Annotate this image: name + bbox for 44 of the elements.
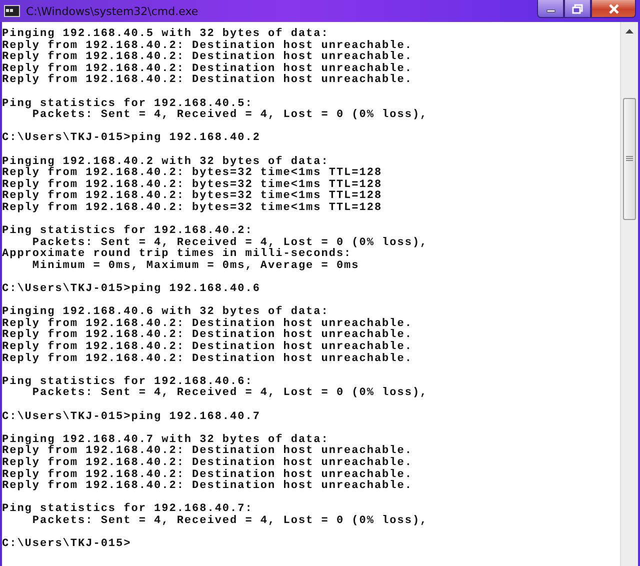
scroll-up-icon[interactable]	[625, 28, 634, 34]
close-icon	[608, 4, 620, 14]
minimize-button[interactable]	[537, 0, 564, 18]
console-icon	[4, 5, 20, 17]
console-line: Reply from 192.168.40.2: bytes=32 time<1ms TTL=128	[2, 191, 384, 202]
console-line: Reply from 192.168.40.2: Destination host unreachable.	[2, 318, 414, 330]
console-line: Pinging 192.168.40.5 with 32 bytes of data:	[2, 29, 330, 40]
console-line: Pinging 192.168.40.2 with 32 bytes of data:	[2, 156, 329, 168]
console-line: Ping statistics for 192.168.40.6:	[2, 376, 254, 388]
console-line: C:\Users\TKJ-015>	[2, 539, 132, 551]
console-line: Reply from 192.168.40.2: Destination host unreachable.	[2, 52, 414, 64]
console-line: Packets: Sent = 4, Received = 4, Lost = 0 (0% loss),	[31, 516, 429, 528]
restore-button[interactable]	[564, 0, 591, 18]
console-line: Reply from 192.168.40.2: Destination host unreachable.	[2, 342, 414, 354]
console-line: C:\Users\TKJ-015>ping 192.168.40.6	[2, 284, 262, 296]
console-line: Reply from 192.168.40.2: Destination host unreachable.	[2, 481, 414, 493]
console-line: Reply from 192.168.40.2: bytes=32 time<1ms TTL=128	[2, 180, 384, 191]
restore-icon	[572, 4, 583, 14]
console-line: Minimum = 0ms, Maximum = 0ms, Average = 0ms	[31, 260, 360, 272]
console-line: Packets: Sent = 4, Received = 4, Lost = 0 (0% loss),	[32, 238, 429, 249]
scrollbar[interactable]	[620, 22, 638, 566]
console-line: Reply from 192.168.40.2: Destination host unreachable.	[2, 446, 414, 458]
scroll-thumb[interactable]	[623, 98, 636, 220]
console-line: Reply from 192.168.40.2: Destination host unreachable.	[2, 330, 414, 342]
console-line: Ping statistics for 192.168.40.2:	[2, 226, 254, 238]
console-line: C:\Users\TKJ-015>ping 192.168.40.2	[2, 133, 262, 145]
console-line: Reply from 192.168.40.2: Destination host unreachable.	[2, 40, 414, 52]
window-title: C:\Windows\system32\cmd.exe	[26, 4, 200, 18]
console-line: Ping statistics for 192.168.40.7:	[2, 504, 254, 516]
console-line: Pinging 192.168.40.6 with 32 bytes of data:	[2, 307, 329, 318]
console-line: Ping statistics for 192.168.40.5:	[2, 98, 254, 110]
console-line: Approximate round trip times in milli-seconds:	[2, 249, 353, 260]
console-line: C:\Users\TKJ-015>ping 192.168.40.7	[2, 412, 262, 424]
close-button[interactable]	[591, 0, 636, 18]
console-line: Reply from 192.168.40.2: Destination host unreachable.	[2, 64, 414, 75]
console-line: Reply from 192.168.40.2: bytes=32 time<1ms TTL=128	[2, 202, 384, 214]
console-line: Packets: Sent = 4, Received = 4, Lost = 0 (0% loss),	[31, 110, 429, 122]
console-line: Reply from 192.168.40.2: Destination host unreachable.	[2, 470, 414, 481]
console-line: Packets: Sent = 4, Received = 4, Lost = 0 (0% loss),	[31, 388, 429, 400]
console-line: Reply from 192.168.40.2: Destination host unreachable.	[2, 354, 414, 366]
console-line: Reply from 192.168.40.2: Destination host unreachable.	[2, 458, 414, 469]
console-line: Reply from 192.168.40.2: Destination host unreachable.	[2, 75, 414, 87]
console-line: Pinging 192.168.40.7 with 32 bytes of data:	[2, 434, 329, 446]
console-line: Reply from 192.168.40.2: bytes=32 time<1ms TTL=128	[2, 168, 384, 180]
